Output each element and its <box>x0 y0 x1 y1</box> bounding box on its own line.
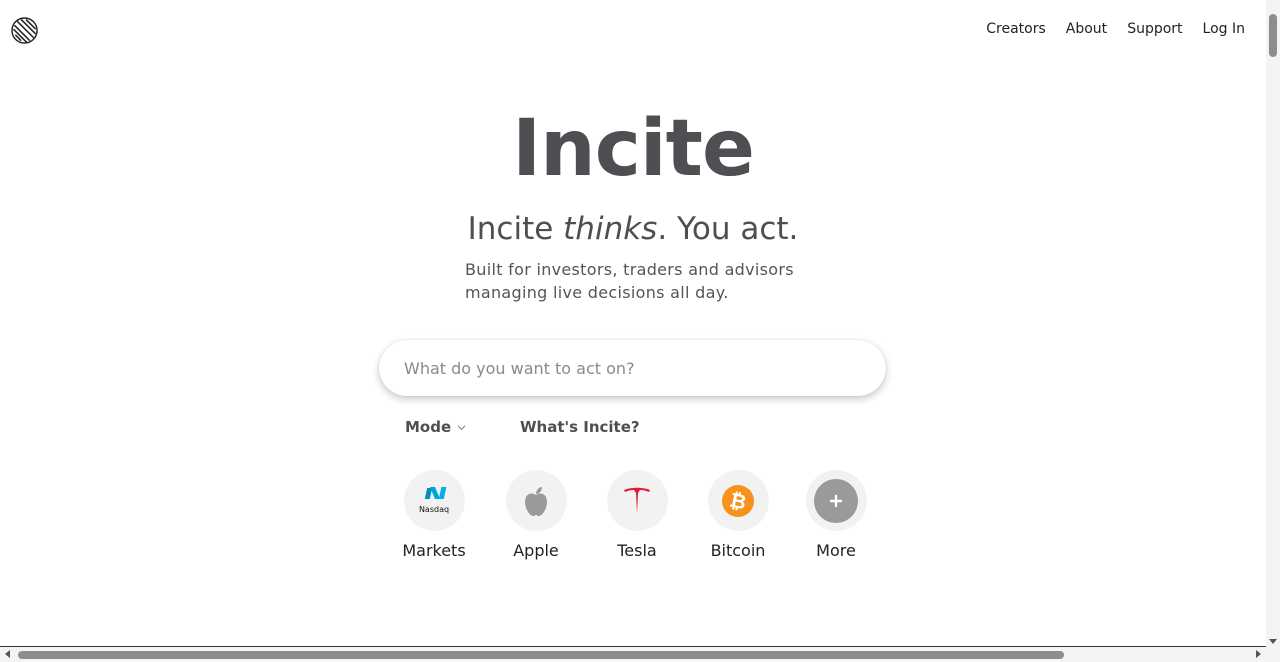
tesla-circle <box>606 470 668 531</box>
mode-label: Mode <box>405 418 452 436</box>
nav-login-link[interactable]: Log In <box>1203 21 1245 37</box>
markets-label: Markets <box>402 541 466 560</box>
horizontal-scrollbar[interactable] <box>0 646 1266 662</box>
search-box <box>379 340 886 396</box>
apple-label: Apple <box>513 541 559 560</box>
mode-dropdown[interactable]: Mode <box>405 418 466 436</box>
nav-support-link[interactable]: Support <box>1127 21 1182 37</box>
more-label: More <box>816 541 856 560</box>
search-input[interactable] <box>404 340 864 396</box>
subline-line-1: Built for investors, traders and advisor… <box>465 260 794 279</box>
vertical-scrollbar-thumb[interactable] <box>1269 14 1277 57</box>
fingerprint-logo-icon[interactable] <box>11 17 38 44</box>
nav-about-link[interactable]: About <box>1066 21 1107 37</box>
horizontal-scrollbar-thumb[interactable] <box>18 651 1064 659</box>
chevron-down-icon <box>457 424 466 430</box>
scroll-left-arrow-icon[interactable] <box>5 650 10 658</box>
tesla-icon <box>624 487 650 514</box>
subline-line-2: managing live decisions all day. <box>465 283 729 302</box>
quick-link-bitcoin[interactable]: ₿ Bitcoin <box>688 470 788 560</box>
nasdaq-icon: Nasdaq <box>419 486 449 514</box>
bitcoin-label: Bitcoin <box>710 541 766 560</box>
tesla-label: Tesla <box>617 541 657 560</box>
tagline: Incite thinks. You act. <box>0 211 1266 247</box>
quick-link-more[interactable]: More <box>786 470 886 560</box>
bitcoin-circle: ₿ <box>707 470 769 531</box>
tagline-suffix: . You act. <box>657 211 799 247</box>
quick-link-markets[interactable]: Nasdaq Markets <box>384 470 484 560</box>
top-nav: Creators About Support Log In <box>986 21 1245 37</box>
tagline-prefix: Incite <box>467 211 564 247</box>
subline: Built for investors, traders and advisor… <box>465 258 825 304</box>
nasdaq-text: Nasdaq <box>419 505 449 514</box>
vertical-scrollbar[interactable] <box>1266 0 1280 646</box>
quick-link-tesla[interactable]: Tesla <box>587 470 687 560</box>
whats-incite-link[interactable]: What's Incite? <box>520 418 640 436</box>
scrollbar-corner <box>1266 646 1280 662</box>
plus-icon <box>814 478 858 523</box>
apple-circle <box>505 470 567 531</box>
hero-title: Incite <box>512 104 755 194</box>
apple-icon <box>525 486 547 516</box>
scroll-right-arrow-icon[interactable] <box>1256 650 1261 658</box>
scroll-down-arrow-icon[interactable] <box>1269 639 1277 644</box>
nav-creators-link[interactable]: Creators <box>986 21 1046 37</box>
bitcoin-icon: ₿ <box>722 484 754 517</box>
more-circle <box>805 470 867 531</box>
markets-circle: Nasdaq <box>403 470 465 531</box>
quick-link-apple[interactable]: Apple <box>486 470 586 560</box>
tagline-emphasis: thinks <box>563 211 658 247</box>
